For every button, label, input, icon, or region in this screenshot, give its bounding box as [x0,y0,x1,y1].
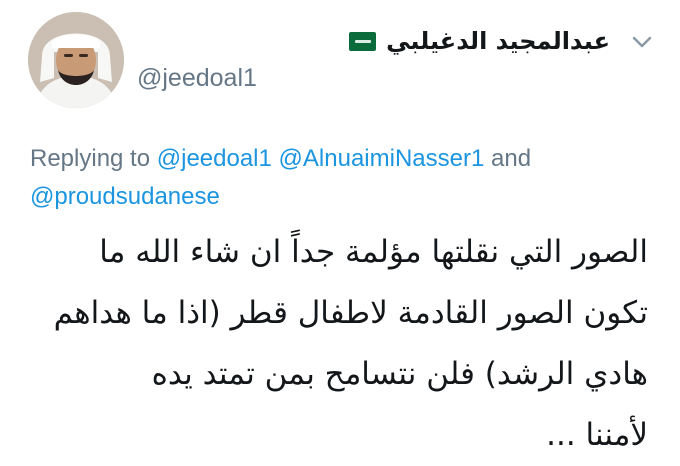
reply-mention-proudsudanese[interactable]: @proudsudanese [30,183,220,210]
chevron-down-icon[interactable] [630,30,654,54]
avatar-image [28,12,124,108]
tweet-text: الصور التي نقلتها مؤلمة جداً ان شاء الله… [40,222,648,466]
tweet-text-line: هادي الرشد) فلن نتسامح بمن تمتد يده [151,356,648,392]
tweet-text-line: تكون الصور القادمة لاطفال قطر (اذا ما هد… [53,295,648,331]
replying-to-label: Replying to [30,145,151,172]
tweet-text-line: الصور التي نقلتها مؤلمة جداً ان شاء الله… [99,234,648,270]
reply-mention-jeedoal1[interactable]: @jeedoal1 [157,145,272,172]
tweet-text-line: لأمننا ... [546,417,648,453]
tweet-card: عبدالمجيد الدغيلبي @jeedoal1 Replying to… [0,0,680,453]
author-name-row[interactable]: عبدالمجيد الدغيلبي [349,26,610,56]
saudi-arabia-flag-icon [349,31,377,51]
reply-mention-alnuaiminasser1[interactable]: @AlnuaimiNasser1 [279,145,485,172]
author-display-name[interactable]: عبدالمجيد الدغيلبي [386,27,610,55]
reply-conjunction: and [491,145,532,172]
avatar[interactable] [28,12,124,108]
author-handle[interactable]: @jeedoal1 [137,64,257,93]
replying-to-line: Replying to @jeedoal1 @AlnuaimiNasser1 a… [30,140,650,216]
